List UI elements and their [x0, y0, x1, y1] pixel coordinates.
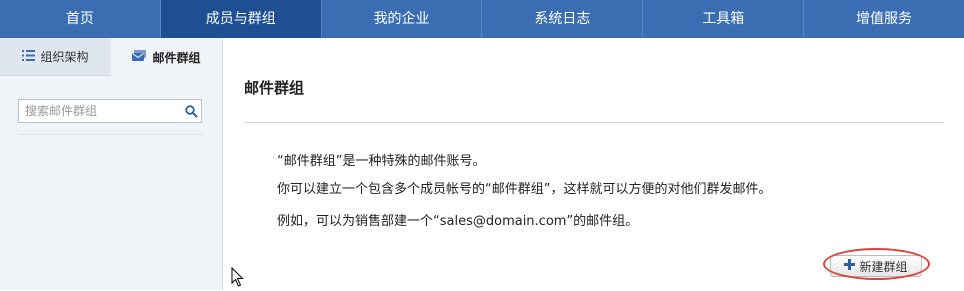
nav-item-system-log[interactable]: 系统日志: [482, 0, 644, 38]
nav-item-members-groups[interactable]: 成员与群组: [160, 0, 322, 38]
plus-icon: [844, 259, 856, 273]
sidebar-tabs: 组织架构 邮件群组: [0, 38, 222, 76]
tab-mail-groups-label: 邮件群组: [152, 50, 201, 65]
nav-item-my-enterprise[interactable]: 我的企业: [322, 0, 483, 38]
new-group-button-label: 新建群组: [859, 259, 908, 274]
mail-group-icon: [132, 49, 147, 65]
tab-org-structure-label: 组织架构: [40, 50, 89, 64]
search-box: [18, 99, 202, 123]
top-navigation: 首页 成员与群组 我的企业 系统日志 工具箱 增值服务: [0, 0, 964, 38]
description-line-1: “邮件群组”是一种特殊的邮件账号。: [277, 154, 486, 169]
sidebar-divider: [18, 134, 204, 135]
nav-item-toolbox[interactable]: 工具箱: [643, 0, 805, 38]
nav-item-value-added[interactable]: 增值服务: [804, 0, 964, 38]
page-title: 邮件群组: [244, 79, 305, 97]
nav-item-home[interactable]: 首页: [0, 0, 161, 38]
description-line-3: 例如，可以为销售部建一个“sales@domain.com”的邮件组。: [277, 214, 639, 229]
description-line-2: 你可以建立一个包含多个成员帐号的“邮件群组”，这样就可以方便的对他们群发邮件。: [277, 182, 772, 197]
tab-org-structure[interactable]: 组织架构: [0, 38, 111, 76]
tab-mail-groups[interactable]: 邮件群组: [111, 38, 222, 76]
main-panel: 邮件群组 “邮件群组”是一种特殊的邮件账号。 你可以建立一个包含多个成员帐号的“…: [223, 38, 964, 290]
list-icon: [22, 49, 36, 64]
sidebar: 组织架构 邮件群组: [0, 38, 223, 290]
title-divider: [244, 122, 944, 123]
search-icon[interactable]: [181, 104, 201, 118]
new-group-button[interactable]: 新建群组: [830, 255, 922, 277]
search-input[interactable]: [19, 101, 181, 121]
mouse-cursor-icon: [231, 266, 245, 291]
